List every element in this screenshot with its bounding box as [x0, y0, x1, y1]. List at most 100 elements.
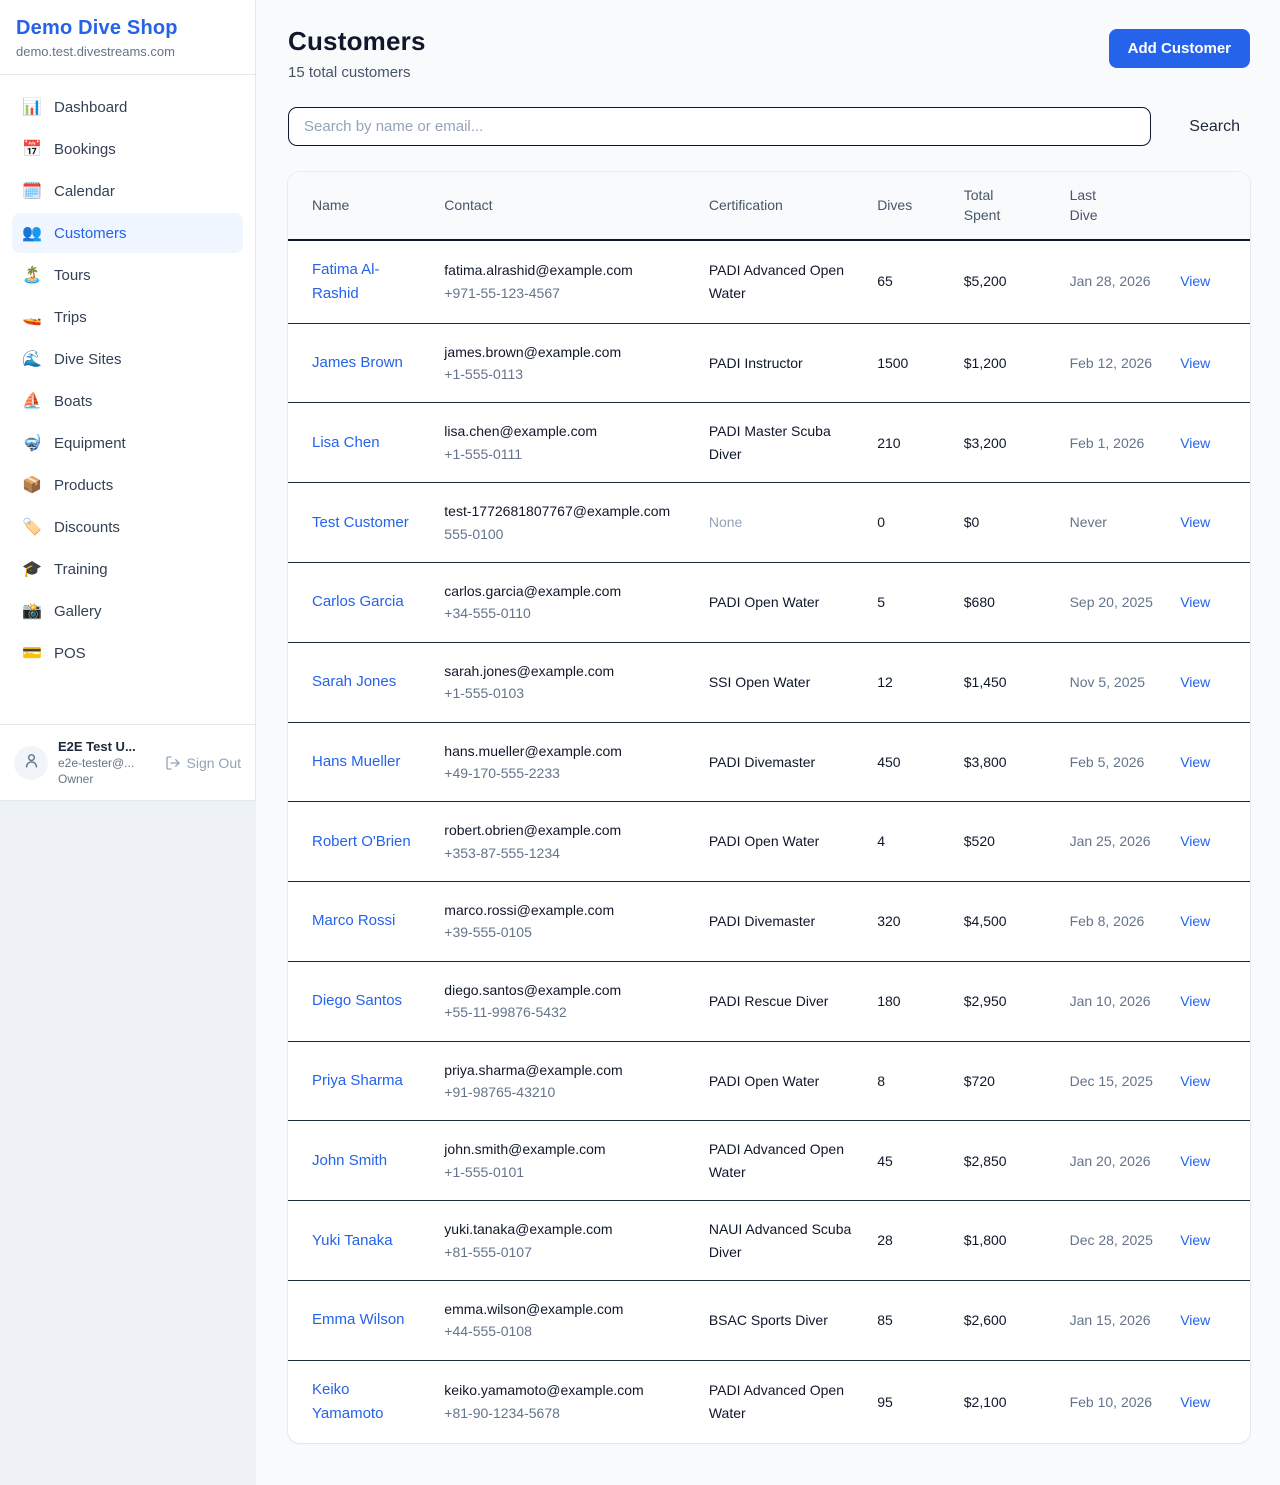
sidebar-item-equipment[interactable]: 🤿 Equipment	[12, 423, 243, 463]
customer-name-link[interactable]: Yuki Tanaka	[312, 1232, 393, 1249]
customer-name-link[interactable]: Fatima Al-Rashid	[312, 261, 380, 302]
view-link[interactable]: View	[1180, 435, 1210, 451]
view-link[interactable]: View	[1180, 913, 1210, 929]
customer-last-dive: Dec 28, 2025	[1058, 1201, 1169, 1281]
customer-email: yuki.tanaka@example.com	[444, 1218, 685, 1240]
view-cell: View	[1168, 1041, 1250, 1121]
customer-total-spent: $5,200	[952, 240, 1058, 324]
customer-name-link[interactable]: James Brown	[312, 354, 403, 371]
customer-certification: SSI Open Water	[697, 642, 865, 722]
customer-email: robert.obrien@example.com	[444, 819, 685, 841]
view-link[interactable]: View	[1180, 514, 1210, 530]
customer-contact-cell: keiko.yamamoto@example.com +81-90-1234-5…	[432, 1360, 697, 1443]
customer-name-link[interactable]: Robert O'Brien	[312, 833, 411, 850]
customer-dives: 45	[865, 1121, 952, 1201]
customer-total-spent: $2,600	[952, 1280, 1058, 1360]
customer-name-link[interactable]: John Smith	[312, 1152, 387, 1169]
view-link[interactable]: View	[1180, 355, 1210, 371]
boats-icon: ⛵	[22, 391, 42, 411]
customer-certification: PADI Instructor	[697, 323, 865, 403]
customer-name-link[interactable]: Diego Santos	[312, 992, 402, 1009]
view-link[interactable]: View	[1180, 1232, 1210, 1248]
sidebar-item-bookings[interactable]: 📅 Bookings	[12, 129, 243, 169]
shop-name[interactable]: Demo Dive Shop	[16, 17, 239, 40]
user-role: Owner	[58, 772, 155, 786]
sidebar-item-dashboard[interactable]: 📊 Dashboard	[12, 87, 243, 127]
table-row: Marco Rossi marco.rossi@example.com +39-…	[288, 882, 1250, 962]
customer-email: marco.rossi@example.com	[444, 899, 685, 921]
customer-name-cell: Yuki Tanaka	[288, 1201, 432, 1281]
customer-name-link[interactable]: Marco Rossi	[312, 912, 395, 929]
customer-certification: PADI Rescue Diver	[697, 961, 865, 1041]
sidebar-item-pos[interactable]: 💳 POS	[12, 633, 243, 673]
customer-contact-cell: carlos.garcia@example.com +34-555-0110	[432, 562, 697, 642]
table-row: Test Customer test-1772681807767@example…	[288, 483, 1250, 563]
app-root: Demo Dive Shop demo.test.divestreams.com…	[0, 0, 1280, 1485]
customer-dives: 12	[865, 642, 952, 722]
sidebar-item-calendar[interactable]: 🗓️ Calendar	[12, 171, 243, 211]
sidebar-item-boats[interactable]: ⛵ Boats	[12, 381, 243, 421]
customer-phone: +39-555-0105	[444, 921, 685, 943]
sidebar: Demo Dive Shop demo.test.divestreams.com…	[0, 0, 256, 801]
customer-last-dive: Nov 5, 2025	[1058, 642, 1169, 722]
view-link[interactable]: View	[1180, 1312, 1210, 1328]
sidebar-item-label: Equipment	[54, 435, 126, 452]
column-header-last-dive: Last Dive	[1058, 172, 1169, 240]
customer-name-cell: Hans Mueller	[288, 722, 432, 802]
customer-total-spent: $3,200	[952, 403, 1058, 483]
user-icon	[23, 752, 40, 774]
customer-contact-cell: marco.rossi@example.com +39-555-0105	[432, 882, 697, 962]
customer-name-link[interactable]: Carlos Garcia	[312, 593, 404, 610]
view-link[interactable]: View	[1180, 1073, 1210, 1089]
sidebar-item-trips[interactable]: 🚤 Trips	[12, 297, 243, 337]
customer-name-link[interactable]: Emma Wilson	[312, 1311, 405, 1328]
sidebar-item-products[interactable]: 📦 Products	[12, 465, 243, 505]
customer-last-dive: Dec 15, 2025	[1058, 1041, 1169, 1121]
customer-name-link[interactable]: Keiko Yamamoto	[312, 1381, 383, 1422]
customer-total-spent: $720	[952, 1041, 1058, 1121]
view-link[interactable]: View	[1180, 993, 1210, 1009]
view-link[interactable]: View	[1180, 754, 1210, 770]
main-content: Customers 15 total customers Add Custome…	[256, 0, 1280, 1485]
view-link[interactable]: View	[1180, 674, 1210, 690]
customer-dives: 1500	[865, 323, 952, 403]
customer-email: diego.santos@example.com	[444, 979, 685, 1001]
sign-out-button[interactable]: Sign Out	[165, 755, 241, 771]
customers-icon: 👥	[22, 223, 42, 243]
sidebar-item-tours[interactable]: 🏝️ Tours	[12, 255, 243, 295]
customer-last-dive: Feb 12, 2026	[1058, 323, 1169, 403]
customer-name-cell: Lisa Chen	[288, 403, 432, 483]
search-button[interactable]: Search	[1179, 110, 1250, 144]
search-input[interactable]	[288, 107, 1151, 146]
sidebar-item-discounts[interactable]: 🏷️ Discounts	[12, 507, 243, 547]
sidebar-item-label: Discounts	[54, 519, 120, 536]
customer-last-dive: Feb 8, 2026	[1058, 882, 1169, 962]
customer-name-link[interactable]: Priya Sharma	[312, 1072, 403, 1089]
customer-name-link[interactable]: Test Customer	[312, 514, 409, 531]
add-customer-button[interactable]: Add Customer	[1109, 29, 1250, 68]
view-link[interactable]: View	[1180, 1153, 1210, 1169]
customer-name-link[interactable]: Sarah Jones	[312, 673, 396, 690]
view-link[interactable]: View	[1180, 273, 1210, 289]
view-link[interactable]: View	[1180, 1394, 1210, 1410]
customer-certification: PADI Divemaster	[697, 882, 865, 962]
sidebar-item-dive-sites[interactable]: 🌊 Dive Sites	[12, 339, 243, 379]
view-link[interactable]: View	[1180, 833, 1210, 849]
sidebar-item-customers[interactable]: 👥 Customers	[12, 213, 243, 253]
user-section: E2E Test U... e2e-tester@... Owner Sign …	[0, 724, 255, 800]
customer-certification: PADI Divemaster	[697, 722, 865, 802]
shop-domain: demo.test.divestreams.com	[16, 44, 239, 59]
customer-contact-cell: sarah.jones@example.com +1-555-0103	[432, 642, 697, 722]
customer-phone: +353-87-555-1234	[444, 842, 685, 864]
view-link[interactable]: View	[1180, 594, 1210, 610]
sidebar-item-gallery[interactable]: 📸 Gallery	[12, 591, 243, 631]
pos-icon: 💳	[22, 643, 42, 663]
column-header-contact: Contact	[432, 172, 697, 240]
customer-name-link[interactable]: Lisa Chen	[312, 434, 380, 451]
customer-name-link[interactable]: Hans Mueller	[312, 753, 400, 770]
customers-table-card: NameContactCertificationDivesTotal Spent…	[288, 172, 1250, 1443]
customer-total-spent: $2,100	[952, 1360, 1058, 1443]
customer-contact-cell: priya.sharma@example.com +91-98765-43210	[432, 1041, 697, 1121]
customer-phone: +1-555-0101	[444, 1161, 685, 1183]
sidebar-item-training[interactable]: 🎓 Training	[12, 549, 243, 589]
